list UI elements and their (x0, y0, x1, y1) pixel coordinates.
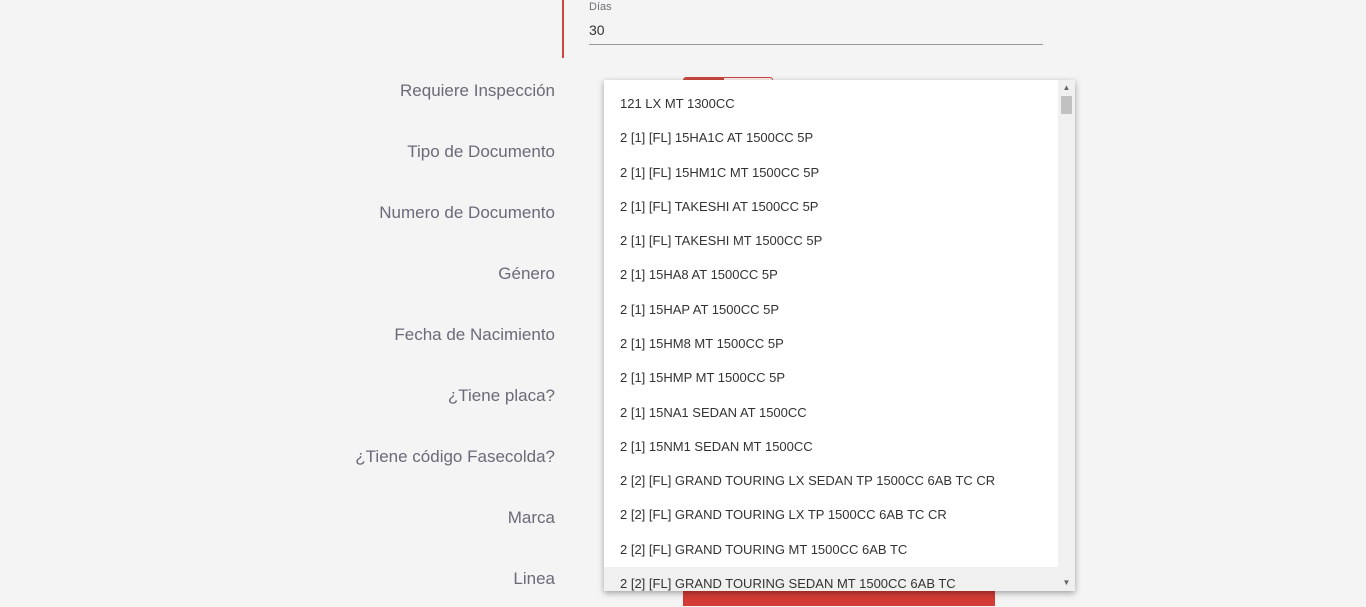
label-tipo-documento: Tipo de Documento (407, 142, 555, 161)
label-linea: Linea (513, 569, 555, 588)
label-tiene-placa: ¿Tiene placa? (447, 386, 555, 405)
dropdown-option[interactable]: 2 [1] 15HA8 AT 1500CC 5P (604, 258, 1058, 292)
dropdown-option[interactable]: 2 [1] 15HMP MT 1500CC 5P (604, 361, 1058, 395)
dropdown-option[interactable]: 2 [1] [FL] TAKESHI MT 1500CC 5P (604, 224, 1058, 258)
linea-dropdown-list[interactable]: 121 LX MT 1300CC 2 [1] [FL] 15HA1C AT 15… (604, 80, 1075, 591)
label-marca: Marca (507, 508, 555, 527)
scroll-down-arrow-icon[interactable]: ▼ (1058, 575, 1075, 591)
dropdown-option[interactable]: 2 [1] [FL] TAKESHI AT 1500CC 5P (604, 190, 1058, 224)
dropdown-option[interactable]: 121 LX MT 1300CC (604, 87, 1058, 121)
label-fecha-nacimiento: Fecha de Nacimiento (394, 325, 555, 344)
dias-label: Días (589, 1, 612, 13)
dropdown-option[interactable]: 2 [1] 15HAP AT 1500CC 5P (604, 293, 1058, 327)
label-requiere-inspeccion: Requiere Inspección (400, 81, 555, 100)
dropdown-option[interactable]: 2 [2] [FL] GRAND TOURING MT 1500CC 6AB T… (604, 533, 1058, 567)
dropdown-option[interactable]: 2 [1] [FL] 15HM1C MT 1500CC 5P (604, 156, 1058, 190)
dropdown-option-highlighted[interactable]: 2 [2] [FL] GRAND TOURING SEDAN MT 1500CC… (604, 567, 1058, 591)
dropdown-scrollbar[interactable]: ▲ ▼ (1058, 80, 1075, 591)
label-numero-documento: Numero de Documento (379, 203, 555, 222)
dropdown-option[interactable]: 2 [1] [FL] 15HA1C AT 1500CC 5P (604, 121, 1058, 155)
dropdown-option[interactable]: 2 [1] 15NM1 SEDAN MT 1500CC (604, 430, 1058, 464)
scrollbar-thumb[interactable] (1061, 96, 1072, 114)
dias-input[interactable]: 30 (589, 22, 605, 38)
label-genero: Género (498, 264, 555, 283)
scroll-up-arrow-icon[interactable]: ▲ (1058, 80, 1075, 96)
dropdown-option[interactable]: 2 [1] 15HM8 MT 1500CC 5P (604, 327, 1058, 361)
label-tiene-fasecolda: ¿Tiene código Fasecolda? (355, 447, 555, 466)
dropdown-option[interactable]: 2 [2] [FL] GRAND TOURING LX SEDAN TP 150… (604, 464, 1058, 498)
section-accent-line (562, 0, 564, 58)
dropdown-option[interactable]: 2 [1] 15NA1 SEDAN AT 1500CC (604, 396, 1058, 430)
dropdown-option[interactable]: 2 [2] [FL] GRAND TOURING LX TP 1500CC 6A… (604, 498, 1058, 532)
dias-underline (589, 44, 1043, 45)
